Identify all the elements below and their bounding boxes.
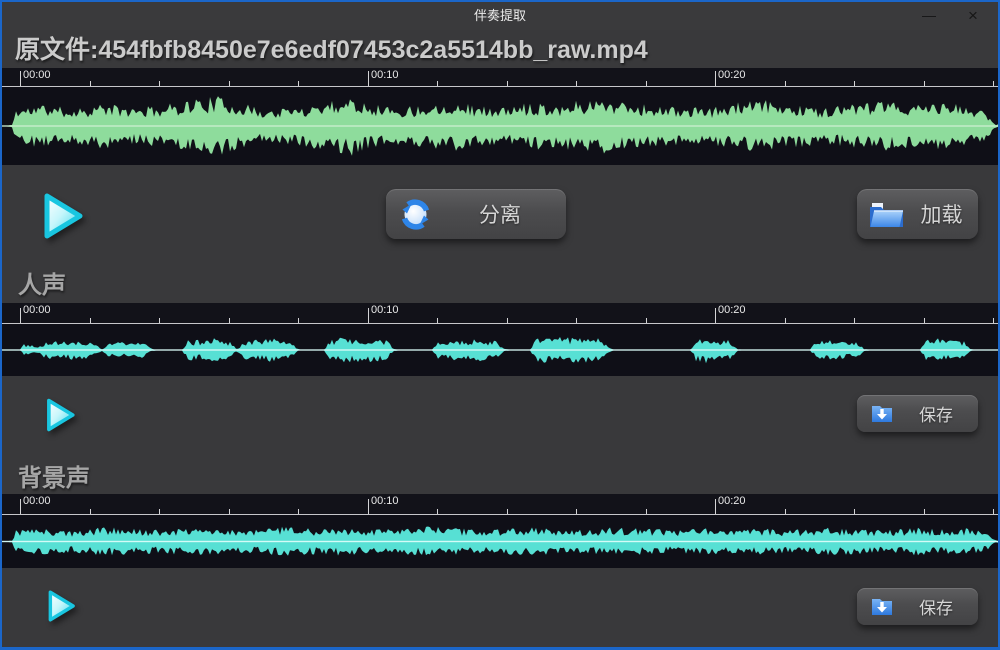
timeline-label: 00:10 bbox=[371, 495, 399, 508]
minimize-button[interactable]: — bbox=[912, 2, 946, 29]
minor-tick bbox=[229, 318, 230, 323]
timeline-label: 00:20 bbox=[718, 69, 746, 82]
minor-tick bbox=[924, 509, 925, 514]
minor-tick bbox=[924, 81, 925, 86]
minor-tick bbox=[507, 509, 508, 514]
minor-tick bbox=[646, 318, 647, 323]
separate-button-label: 分离 bbox=[434, 199, 566, 229]
original-waveform[interactable] bbox=[2, 87, 998, 165]
folder-download-icon bbox=[870, 402, 894, 426]
minor-tick bbox=[90, 509, 91, 514]
background-waveform[interactable] bbox=[2, 515, 998, 568]
major-tick bbox=[715, 308, 716, 323]
minor-tick bbox=[159, 81, 160, 86]
play-icon bbox=[38, 424, 80, 439]
original-controls-row: 分离 加载 bbox=[2, 165, 998, 267]
timeline-label: 00:00 bbox=[23, 495, 51, 508]
major-tick bbox=[368, 308, 369, 323]
minor-tick bbox=[90, 318, 91, 323]
minor-tick bbox=[298, 81, 299, 86]
minor-tick bbox=[298, 318, 299, 323]
separate-button[interactable]: 分离 bbox=[386, 189, 566, 239]
minor-tick bbox=[507, 318, 508, 323]
minor-tick bbox=[785, 318, 786, 323]
window-title: 伴奏提取 bbox=[2, 2, 998, 29]
close-button[interactable]: × bbox=[956, 2, 990, 29]
major-tick bbox=[20, 71, 21, 86]
timeline-label: 00:10 bbox=[371, 304, 399, 317]
minor-tick bbox=[437, 509, 438, 514]
play-original-button[interactable] bbox=[32, 187, 90, 245]
major-tick bbox=[20, 308, 21, 323]
minor-tick bbox=[993, 509, 994, 514]
minor-tick bbox=[854, 318, 855, 323]
source-file-title: 原文件:454fbfb8450e7e6edf07453c2a5514bb_raw… bbox=[2, 30, 998, 68]
minor-tick bbox=[229, 81, 230, 86]
minor-tick bbox=[646, 81, 647, 86]
minor-tick bbox=[785, 509, 786, 514]
background-controls-row: 保存 bbox=[2, 568, 998, 648]
vocals-controls-row: 保存 bbox=[2, 376, 998, 466]
timeline-label: 00:10 bbox=[371, 69, 399, 82]
timeline-label: 00:00 bbox=[23, 69, 51, 82]
save-background-button[interactable]: 保存 bbox=[857, 588, 978, 625]
minor-tick bbox=[507, 81, 508, 86]
major-tick bbox=[368, 499, 369, 514]
sync-icon bbox=[397, 196, 434, 233]
play-icon bbox=[32, 233, 90, 248]
minor-tick bbox=[298, 509, 299, 514]
minor-tick bbox=[437, 318, 438, 323]
minor-tick bbox=[159, 318, 160, 323]
minor-tick bbox=[854, 509, 855, 514]
minor-tick bbox=[576, 509, 577, 514]
minor-tick bbox=[576, 318, 577, 323]
vocals-label-text: 人声 bbox=[18, 265, 66, 300]
timeline-label: 00:00 bbox=[23, 304, 51, 317]
minor-tick bbox=[993, 318, 994, 323]
minor-tick bbox=[993, 81, 994, 86]
save-button-label: 保存 bbox=[894, 594, 978, 619]
section-label-vocals: 人声 bbox=[2, 267, 998, 303]
play-icon bbox=[40, 614, 80, 629]
minor-tick bbox=[576, 81, 577, 86]
background-timeline-ruler: 00:00 00:10 00:20 bbox=[2, 494, 998, 515]
minor-tick bbox=[785, 81, 786, 86]
original-timeline-ruler: 00:00 00:10 00:20 bbox=[2, 68, 998, 87]
close-icon: × bbox=[968, 6, 978, 25]
title-bar[interactable]: 伴奏提取 — × bbox=[2, 2, 998, 30]
minimize-icon: — bbox=[922, 7, 936, 23]
timeline-label: 00:20 bbox=[718, 304, 746, 317]
window: { "window": { "title": "伴奏提取", "minimize… bbox=[0, 0, 1000, 650]
save-vocals-button[interactable]: 保存 bbox=[857, 395, 978, 432]
major-tick bbox=[715, 499, 716, 514]
play-vocals-button[interactable] bbox=[38, 394, 80, 436]
major-tick bbox=[368, 71, 369, 86]
minor-tick bbox=[924, 318, 925, 323]
folder-open-icon bbox=[868, 199, 905, 230]
timeline-label: 00:20 bbox=[718, 495, 746, 508]
folder-download-icon bbox=[870, 595, 894, 619]
major-tick bbox=[20, 499, 21, 514]
section-label-background: 背景声 bbox=[2, 466, 998, 494]
minor-tick bbox=[437, 81, 438, 86]
minor-tick bbox=[159, 509, 160, 514]
minor-tick bbox=[90, 81, 91, 86]
major-tick bbox=[715, 71, 716, 86]
minor-tick bbox=[229, 509, 230, 514]
vocals-timeline-ruler: 00:00 00:10 00:20 bbox=[2, 303, 998, 324]
vocals-waveform[interactable] bbox=[2, 324, 998, 376]
minor-tick bbox=[646, 509, 647, 514]
load-button-label: 加载 bbox=[905, 199, 978, 229]
save-button-label: 保存 bbox=[894, 401, 978, 426]
load-button[interactable]: 加载 bbox=[857, 189, 978, 239]
play-background-button[interactable] bbox=[40, 586, 80, 626]
minor-tick bbox=[854, 81, 855, 86]
